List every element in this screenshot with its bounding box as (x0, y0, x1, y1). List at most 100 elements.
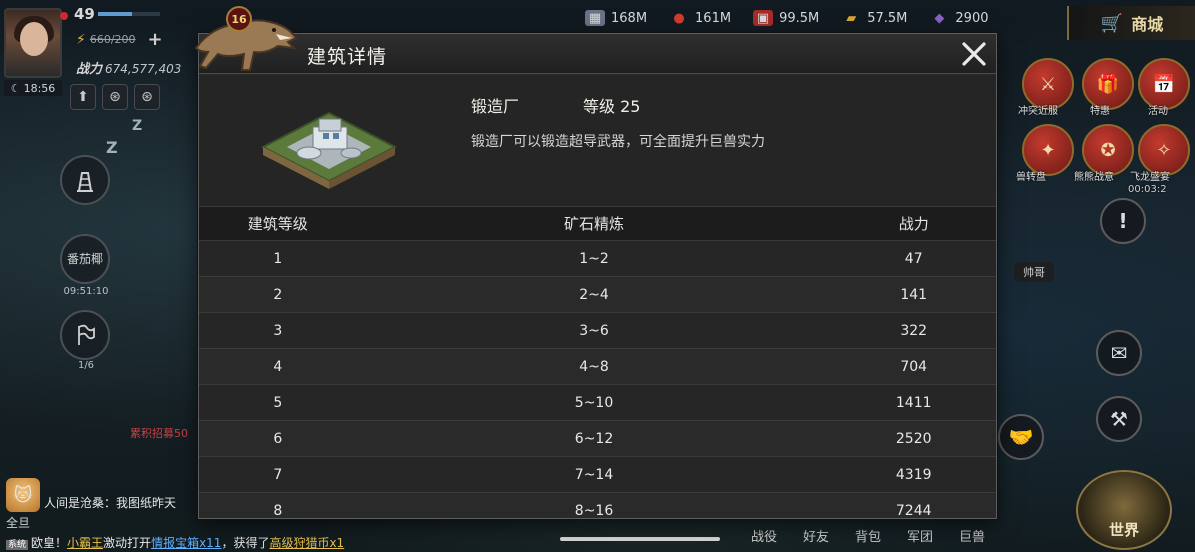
bottom-nav: 战役 好友 背包 军团 巨兽 (748, 526, 988, 545)
resource-value: 2900 (955, 10, 989, 26)
table-cell-power: 4319 (895, 466, 932, 483)
nav-friends[interactable]: 好友 (800, 526, 832, 545)
chat-message[interactable]: 人间是沧桑：我图纸昨天 (44, 494, 176, 511)
table-cell-refine: 4~8 (579, 358, 609, 375)
building-level: 等级 25 (583, 97, 641, 116)
player-avatar[interactable] (4, 8, 62, 78)
right-icon-label: 特惠 (1090, 106, 1110, 117)
gold-icon: ▰ (846, 10, 857, 26)
gem-icon: ◆ (934, 10, 945, 26)
xp-bar (98, 12, 160, 16)
table-cell-refine: 6~12 (574, 430, 614, 447)
msg-text: 欧皇！ (31, 536, 68, 550)
power-display: 战力 674,577,403 (76, 58, 181, 77)
column-header: 矿石精炼 (564, 215, 625, 233)
modal-header: 建筑详情 (199, 34, 996, 74)
flag-button[interactable] (60, 310, 110, 360)
reward-link[interactable]: 高级狩猎币x1 (269, 536, 344, 550)
system-message[interactable]: 系统 欧皇！小霸王激动打开情报宝箱x11，获得了高级狩猎币x1 (6, 534, 344, 551)
resource-gem[interactable]: ◆ 2900 (929, 10, 988, 26)
rank-icon[interactable]: ⊛ (134, 84, 160, 110)
nav-campaign[interactable]: 战役 (748, 526, 780, 545)
msg-text: 激动打开 (103, 536, 152, 550)
table-cell-power: 1411 (895, 394, 932, 411)
nav-bag[interactable]: 背包 (852, 526, 884, 545)
event-button[interactable]: 番茄椰 (60, 234, 110, 284)
nav-beast[interactable]: 巨兽 (956, 526, 988, 545)
right-icon-label: 活动 (1148, 106, 1168, 117)
table-cell-refine: 5~10 (574, 394, 614, 411)
resource-gold[interactable]: ▰ 57.5M (841, 10, 907, 26)
table-row: 6 6~12 2520 (199, 421, 996, 457)
table-cell-level: 1 (273, 250, 283, 267)
arrow-up-icon[interactable]: ⬆ (70, 84, 96, 110)
hint-badge[interactable]: 帅哥 (1014, 262, 1054, 282)
table-row: 8 8~16 7244 (199, 493, 996, 519)
column-header: 建筑等级 (247, 215, 308, 233)
rank-icon[interactable]: ⊛ (102, 84, 128, 110)
quick-icons: ⬆ ⊛ ⊛ (70, 84, 160, 110)
right-icon-label: 飞龙盛宴 (1130, 172, 1170, 183)
table-row: 7 7~14 4319 (199, 457, 996, 493)
right-icon-label: 熊熊战意 (1074, 172, 1114, 183)
item-link[interactable]: 情报宝箱x11 (151, 536, 221, 550)
crate-icon: ▣ (753, 10, 774, 26)
table-cell-power: 704 (900, 358, 928, 375)
shop-button[interactable]: 🛒 商城 (1067, 6, 1195, 40)
notification-dot (60, 12, 68, 20)
level-badge: 16 (226, 6, 252, 32)
bolt-icon: ⚡ (76, 31, 86, 48)
table-cell-level: 7 (273, 466, 283, 483)
resource-value: 161M (695, 10, 732, 26)
cart-icon: 🛒 (1100, 12, 1124, 34)
building-detail-modal: 建筑详情 锻造厂 等级 25 锻造厂可以锻造超导武器，可全面提升巨兽实力 建筑等… (198, 33, 997, 519)
sleep-z-icon: Z (132, 118, 143, 134)
alert-icon[interactable]: ! (1100, 198, 1146, 244)
building-description: 锻造厂可以锻造超导武器，可全面提升巨兽实力 (471, 134, 765, 150)
resource-steel[interactable]: ▦ 168M (585, 10, 647, 26)
table-cell-refine: 3~6 (579, 322, 609, 339)
table-cell-power: 141 (900, 286, 928, 303)
resource-value: 57.5M (867, 10, 908, 26)
home-indicator (560, 537, 720, 541)
mail-icon[interactable]: ✉ (1096, 330, 1142, 376)
table-cell-level: 2 (273, 286, 283, 303)
modal-title: 建筑详情 (307, 46, 388, 68)
flag-count: 1/6 (77, 360, 95, 371)
flag-icon (78, 324, 95, 345)
event-timer: 09:51:10 (63, 286, 109, 297)
handshake-icon[interactable]: 🤝 (998, 414, 1044, 460)
close-icon (962, 42, 986, 66)
table-cell-refine: 8~16 (574, 502, 614, 519)
table-cell-level: 4 (273, 358, 283, 375)
tower-button[interactable] (60, 155, 110, 205)
recruit-text: 累积招募50 (130, 427, 188, 440)
table-cell-level: 6 (273, 430, 283, 447)
player-link[interactable]: 小霸王 (67, 536, 103, 550)
add-energy-button[interactable]: + (148, 29, 163, 50)
msg-text: ，获得了 (221, 536, 270, 550)
table-cell-power: 47 (904, 250, 923, 267)
chat-avatar[interactable]: 🐱 (6, 478, 40, 512)
forge-building-image (260, 111, 398, 189)
steel-icon: ▦ (585, 10, 605, 26)
clock-time: 18:56 (23, 81, 56, 95)
energy-value: 660/200 (89, 33, 136, 46)
resource-crate[interactable]: ▣ 99.5M (753, 10, 819, 26)
avatar-face (20, 22, 48, 56)
world-label: 世界 (1108, 521, 1139, 539)
resource-food[interactable]: ● 161M (669, 10, 731, 26)
level-table[interactable]: 建筑等级 矿石精炼 战力 1 1~2 47 2 2~4 141 3 3~6 322 4 4~8 704… (199, 206, 996, 519)
column-header: 战力 (898, 215, 929, 233)
resource-bar: ▦ 168M ● 161M ▣ 99.5M ▰ 57.5M ◆ 2900 (585, 10, 989, 26)
world-button[interactable]: 世界 (1076, 470, 1172, 550)
event-button-label: 番茄椰 (66, 252, 103, 266)
table-cell-refine: 7~14 (574, 466, 614, 483)
nav-legion[interactable]: 军团 (904, 526, 936, 545)
close-button[interactable] (956, 36, 992, 72)
table-cell-power: 322 (900, 322, 928, 339)
right-timer: 00:03:2 (1128, 184, 1167, 195)
table-cell-refine: 2~4 (579, 286, 609, 303)
system-tag: 系统 (6, 540, 29, 550)
hammer-icon[interactable]: ⚒ (1096, 396, 1142, 442)
